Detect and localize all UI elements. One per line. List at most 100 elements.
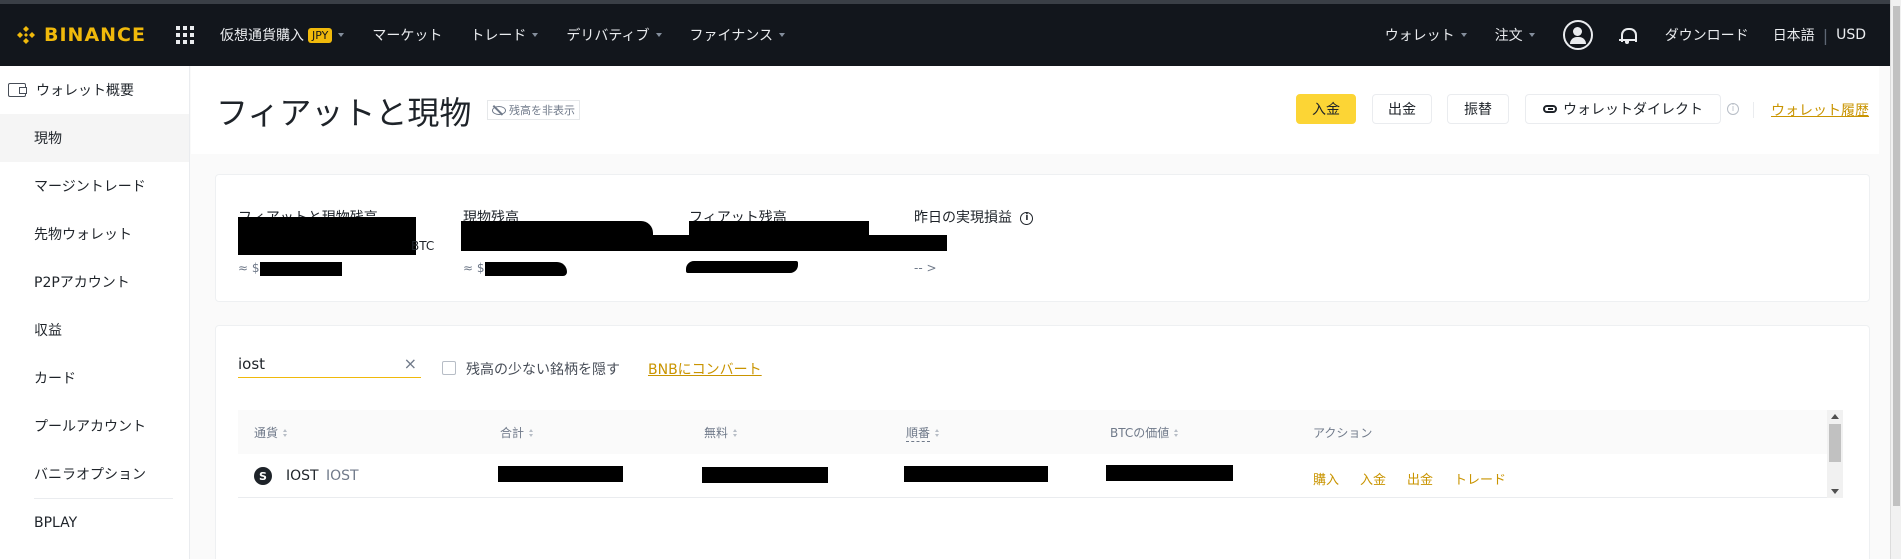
window-scrollbar-thumb[interactable]: [1893, 6, 1900, 506]
sidebar-item-label: マージントレード: [34, 179, 146, 195]
nav-separator: |: [1822, 25, 1829, 45]
nav-trade[interactable]: トレード: [470, 25, 539, 45]
deposit-action-link[interactable]: 入金: [1360, 469, 1386, 488]
withdraw-action-link[interactable]: 出金: [1407, 469, 1433, 488]
withdraw-button[interactable]: 出金: [1372, 94, 1432, 124]
nav-finance[interactable]: ファイナンス: [690, 25, 785, 45]
jpy-badge: JPY: [307, 27, 333, 43]
redacted-value: [1106, 465, 1233, 481]
sidebar-item-pool[interactable]: プールアカウント: [0, 402, 189, 450]
info-icon[interactable]: i: [1727, 103, 1739, 115]
user-avatar-icon[interactable]: [1562, 20, 1593, 50]
top-navbar: BINANCE 仮想通貨購入 JPY マーケット トレード デリバティブ ファイ…: [0, 0, 1890, 66]
sidebar-item-spot[interactable]: 現物: [0, 114, 189, 162]
col-coin[interactable]: 通貨: [254, 424, 288, 441]
chevron-down-icon: [338, 33, 345, 37]
info-icon[interactable]: i: [1020, 211, 1034, 225]
nav-derivatives-label: デリバティブ: [566, 28, 650, 44]
nav-derivatives[interactable]: デリバティブ: [566, 25, 662, 45]
sidebar-item-p2p[interactable]: P2Pアカウント: [0, 258, 189, 306]
nav-wallet[interactable]: ウォレット: [1385, 25, 1467, 45]
sidebar-item-label: 収益: [34, 323, 62, 339]
binance-logo-icon: [17, 26, 35, 44]
col-header-label: 順番: [906, 426, 931, 442]
sidebar-item-earn[interactable]: 収益: [0, 306, 189, 354]
nav-markets[interactable]: マーケット: [372, 25, 442, 45]
table-scrollbar[interactable]: [1827, 410, 1843, 498]
nav-language-label: 日本語: [1772, 28, 1815, 44]
sidebar-item-label: 先物ウォレット: [34, 227, 132, 243]
sidebar-item-label: BPLAY: [34, 515, 78, 531]
scrollbar-thumb[interactable]: [1829, 424, 1841, 462]
sidebar-item-margin[interactable]: マージントレード: [0, 162, 189, 210]
chevron-down-icon: [1460, 33, 1467, 37]
convert-to-bnb-link[interactable]: BNBにコンバート: [648, 359, 762, 379]
redacted-value: [260, 262, 342, 276]
wallet-history-link[interactable]: ウォレット履歴: [1771, 100, 1869, 120]
apps-grid-icon[interactable]: [175, 26, 194, 44]
redacted-value: [686, 261, 798, 273]
bell-icon[interactable]: [1618, 26, 1637, 44]
sidebar-item-card[interactable]: カード: [0, 354, 189, 402]
pnl-label-text: 昨日の実現損益: [914, 210, 1012, 226]
sidebar-item-label: カード: [34, 371, 76, 387]
binance-logo[interactable]: BINANCE: [14, 23, 146, 47]
hide-balance-toggle[interactable]: 残高を非表示: [487, 100, 580, 120]
redacted-value: [904, 466, 1048, 482]
search-box: ×: [238, 354, 421, 378]
assets-table: 通貨 合計 無料 順番 BTCの価値 アクション S IOST IOST 購入 …: [238, 410, 1843, 498]
col-header-label: 通貨: [254, 426, 279, 440]
scroll-up-arrow-icon[interactable]: [1831, 414, 1839, 419]
nav-left: 仮想通貨購入 JPY マーケット トレード デリバティブ ファイナンス: [220, 25, 785, 45]
nav-wallet-label: ウォレット: [1384, 28, 1455, 44]
nav-language[interactable]: 日本語: [1773, 25, 1815, 45]
nav-download[interactable]: ダウンロード: [1665, 25, 1749, 45]
logo-text: BINANCE: [44, 24, 146, 46]
nav-orders[interactable]: 注文: [1495, 25, 1535, 45]
col-total[interactable]: 合計: [500, 424, 534, 441]
chevron-down-icon: [778, 33, 785, 37]
sidebar-item-label: プールアカウント: [34, 419, 146, 435]
nav-orders-label: 注文: [1494, 28, 1523, 44]
sidebar-item-bplay[interactable]: BPLAY: [0, 499, 189, 547]
chevron-down-icon: [1528, 33, 1535, 37]
col-btc-value[interactable]: BTCの価値: [1110, 424, 1179, 441]
transfer-button[interactable]: 振替: [1447, 94, 1509, 124]
redacted-value: [461, 221, 653, 251]
buy-action-link[interactable]: 購入: [1313, 469, 1339, 488]
col-available[interactable]: 無料: [704, 424, 738, 441]
deposit-button[interactable]: 入金: [1296, 94, 1356, 124]
fiat-spot-unit: BTC: [411, 239, 435, 253]
pnl-label: 昨日の実現損益 i: [914, 207, 1034, 227]
nav-trade-label: トレード: [470, 28, 527, 44]
clear-icon[interactable]: ×: [404, 354, 417, 373]
assets-card: × 残高の少ない銘柄を隠す BNBにコンバート 通貨 合計 無料 順番 BTCの…: [215, 325, 1870, 559]
redacted-value: [689, 221, 869, 237]
sidebar-item-wallet-overview[interactable]: ウォレット概要: [0, 66, 189, 114]
window-scrollbar[interactable]: [1890, 0, 1901, 559]
sidebar-item-label: 現物: [34, 131, 62, 147]
sidebar-item-futures[interactable]: 先物ウォレット: [0, 210, 189, 258]
sidebar-item-label: バニラオプション: [34, 467, 146, 483]
col-action: アクション: [1313, 424, 1372, 441]
trade-action-link[interactable]: トレード: [1454, 469, 1506, 488]
sidebar-item-label: ウォレット概要: [36, 83, 134, 99]
sidebar-item-vanilla-options[interactable]: バニラオプション: [0, 450, 189, 498]
nav-buy-crypto[interactable]: 仮想通貨購入 JPY: [220, 25, 345, 45]
chevron-down-icon: [532, 33, 539, 37]
nav-currency-label: USD: [1836, 27, 1866, 43]
link-icon: [1543, 105, 1557, 113]
iost-coin-icon: S: [254, 467, 272, 485]
col-header-label: 無料: [704, 426, 729, 440]
sort-icon: [1174, 428, 1179, 437]
sidebar-item-label: P2Pアカウント: [34, 275, 130, 291]
col-in-order[interactable]: 順番: [906, 424, 940, 442]
coin-search-input[interactable]: [238, 355, 388, 373]
redacted-value: [498, 466, 623, 482]
wallet-direct-button[interactable]: ウォレットダイレクト: [1525, 94, 1721, 124]
nav-currency[interactable]: USD: [1836, 27, 1866, 43]
scroll-down-arrow-icon[interactable]: [1831, 489, 1839, 494]
pnl-value[interactable]: -- >: [914, 261, 937, 275]
spot-approx: ≈ $: [463, 261, 485, 275]
hide-small-balances-checkbox[interactable]: [442, 361, 456, 375]
